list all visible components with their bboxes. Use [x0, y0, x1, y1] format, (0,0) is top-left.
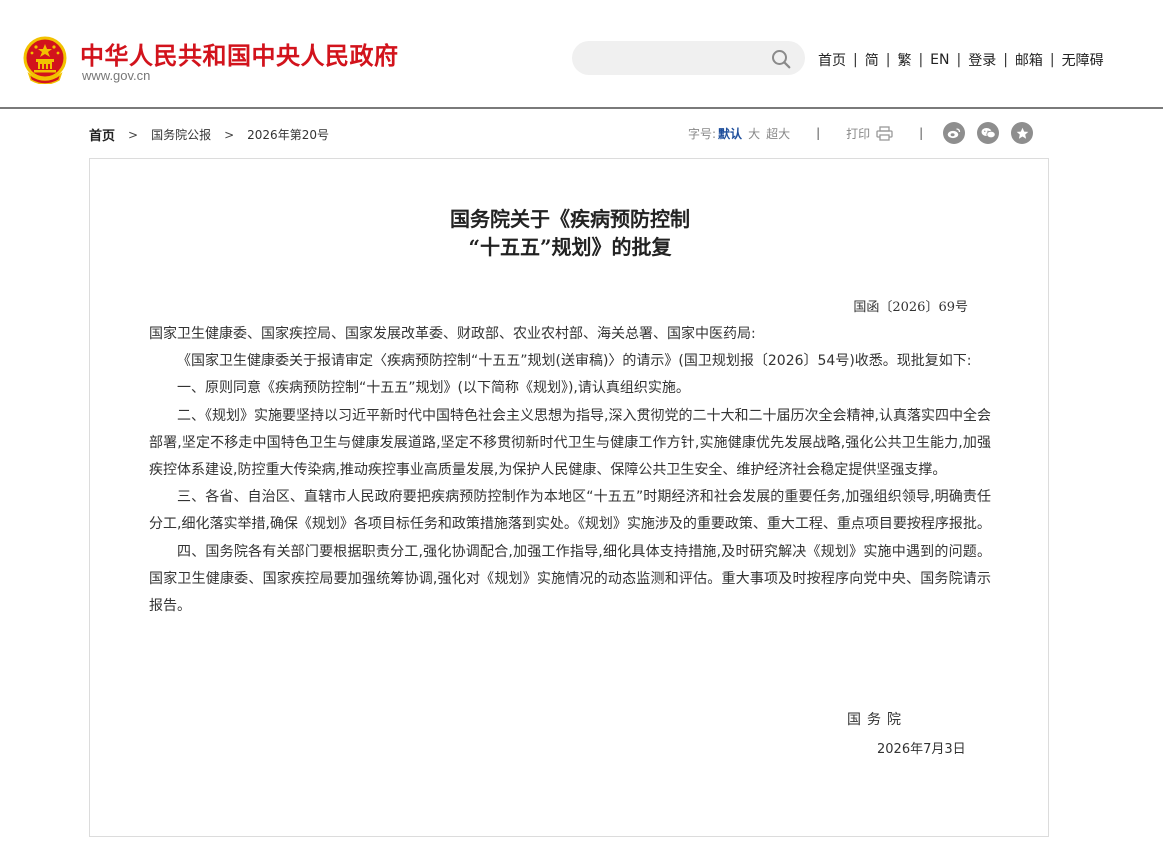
document-signature: 国务院: [847, 712, 907, 728]
font-size-large-button[interactable]: 大: [748, 125, 760, 142]
document-paragraph: 一、原则同意《疾病预防控制“十五五”规划》(以下简称《规划》),请认真组织实施。: [177, 380, 690, 397]
header-divider: [0, 107, 1163, 109]
document-title: 国务院关于《疾病预防控制 “十五五”规划》的批复: [90, 205, 1050, 261]
print-button[interactable]: 打印: [846, 125, 893, 142]
wechat-icon[interactable]: [977, 122, 1000, 144]
search-box: [572, 41, 805, 75]
print-label: 打印: [846, 126, 871, 141]
favorite-star-icon[interactable]: [1011, 122, 1034, 144]
nav-login-link[interactable]: 登录: [968, 50, 996, 70]
nav-mail-link[interactable]: 邮箱: [1015, 50, 1043, 70]
nav-separator: |: [885, 52, 891, 68]
nav-english-link[interactable]: EN: [930, 52, 949, 68]
document-paragraph: 《国家卫生健康委关于报请审定〈疾病预防控制“十五五”规划(送审稿)〉的请示》(国…: [177, 353, 972, 370]
printer-icon: [876, 125, 893, 141]
document-title-line2: “十五五”规划》的批复: [468, 235, 672, 259]
article-toolbar: 字号: 默认 大 超大 | 打印 |: [688, 121, 1034, 145]
document-recipients: 国家卫生健康委、国家疾控局、国家发展改革委、财政部、农业农村部、海关总署、国家中…: [149, 326, 756, 342]
document-body: 国家卫生健康委、国家疾控局、国家发展改革委、财政部、农业农村部、海关总署、国家中…: [149, 321, 991, 620]
nav-separator: |: [1049, 52, 1055, 68]
weibo-icon[interactable]: [943, 122, 966, 144]
document-title-line1: 国务院关于《疾病预防控制: [450, 207, 690, 231]
toolbar-separator: |: [919, 126, 924, 140]
toolbar-separator: |: [816, 126, 821, 140]
document-paragraph: 三、各省、自治区、直辖市人民政府要把疾病预防控制作为本地区“十五五”时期经济和社…: [149, 489, 991, 533]
font-size-xlarge-button[interactable]: 超大: [766, 125, 790, 142]
document-number: 国函〔2026〕69号: [853, 300, 968, 315]
site-domain: www.gov.cn: [82, 68, 151, 83]
search-input[interactable]: [588, 41, 768, 75]
breadcrumb-home-link[interactable]: 首页: [89, 125, 115, 144]
breadcrumb-gazette-link[interactable]: 国务院公报: [151, 126, 211, 143]
breadcrumb: 首页 > 国务院公报 > 2026年第20号: [89, 125, 329, 145]
chevron-right-icon: >: [128, 127, 139, 142]
nav-home-link[interactable]: 首页: [818, 50, 846, 70]
national-emblem-icon[interactable]: [23, 36, 67, 84]
nav-separator: |: [853, 52, 858, 68]
nav-separator: |: [956, 52, 962, 68]
nav-simplified-link[interactable]: 简: [865, 50, 879, 70]
document-paragraph: 二、《规划》实施要坚持以习近平新时代中国特色社会主义思想为指导,深入贯彻党的二十…: [149, 407, 991, 479]
font-size-label: 字号:: [688, 126, 717, 141]
document-card: 国务院关于《疾病预防控制 “十五五”规划》的批复 国函〔2026〕69号 国家卫…: [89, 158, 1049, 837]
breadcrumb-issue-link[interactable]: 2026年第20号: [247, 126, 329, 143]
site-title[interactable]: 中华人民共和国中央人民政府: [80, 36, 399, 71]
nav-traditional-link[interactable]: 繁: [897, 50, 911, 70]
site-header: 中华人民共和国中央人民政府 www.gov.cn 首页 | 简 | 繁 | EN…: [0, 0, 1163, 109]
nav-separator: |: [1003, 52, 1008, 68]
chevron-right-icon: >: [224, 127, 235, 142]
nav-accessibility-link[interactable]: 无障碍: [1062, 50, 1104, 70]
document-date: 2026年7月3日: [877, 742, 966, 757]
document-paragraph: 四、国务院各有关部门要根据职责分工,强化协调配合,加强工作指导,细化具体支持措施…: [149, 543, 991, 615]
search-icon[interactable]: [771, 49, 791, 69]
nav-separator: |: [918, 52, 924, 68]
font-size-default-button[interactable]: 默认: [718, 125, 742, 142]
top-nav: 首页 | 简 | 繁 | EN | 登录 | 邮箱 | 无障碍: [818, 50, 1104, 70]
